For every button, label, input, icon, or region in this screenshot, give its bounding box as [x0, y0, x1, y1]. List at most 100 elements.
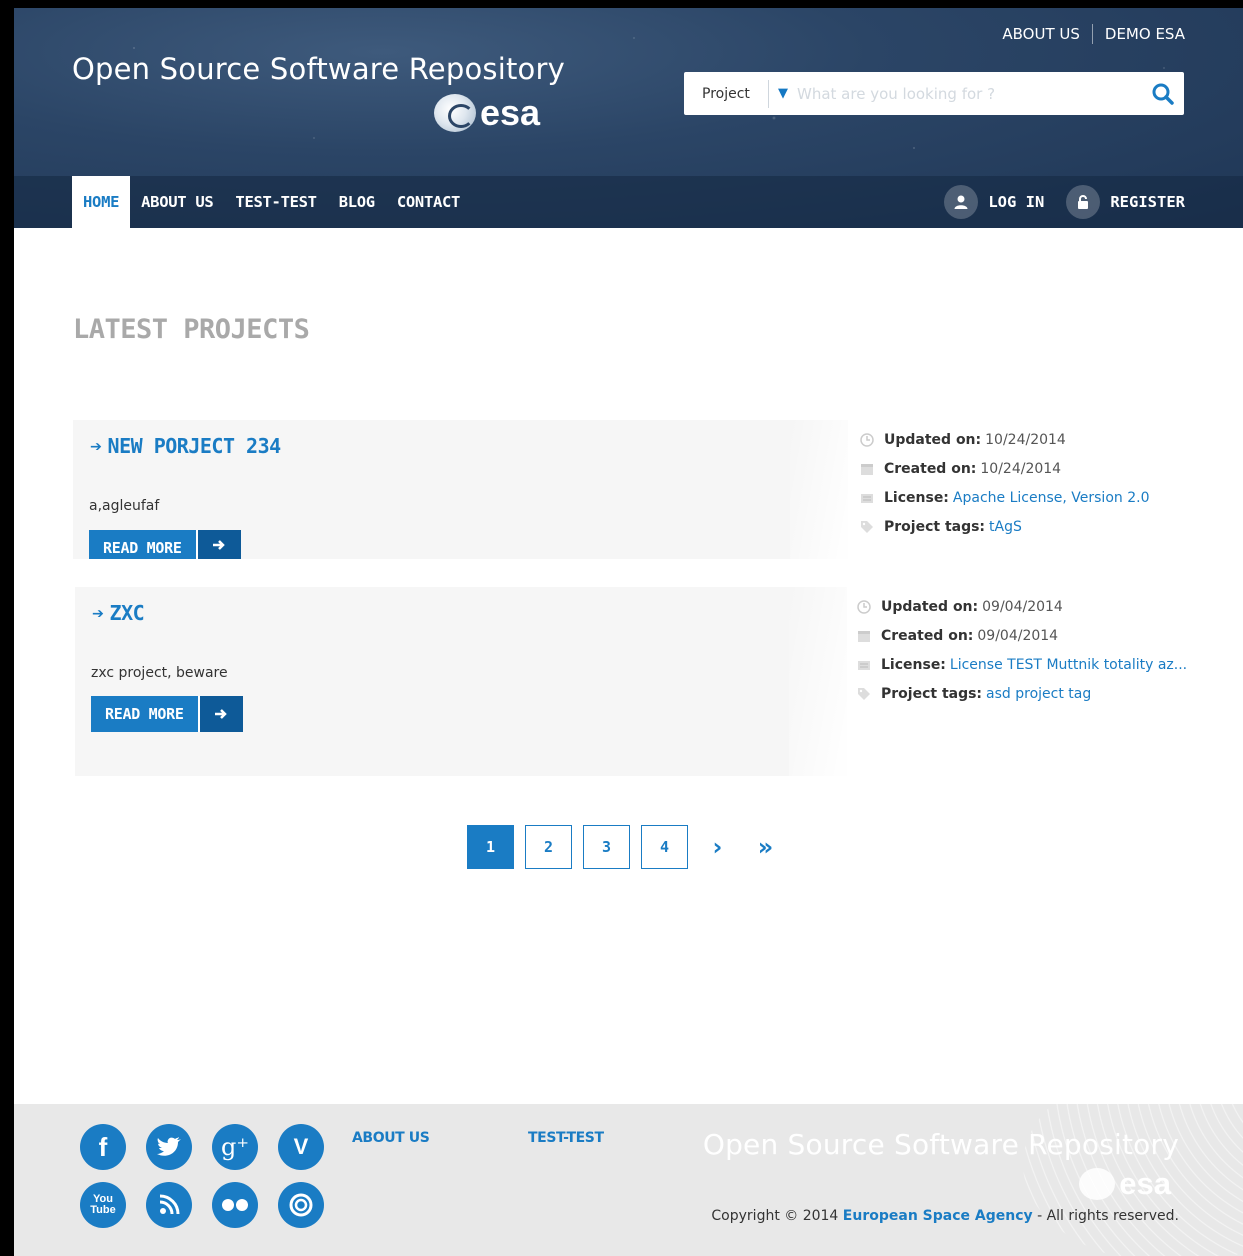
flickr-icon[interactable]: [212, 1182, 258, 1228]
calendar-icon: [860, 462, 884, 476]
footer-link-test-test[interactable]: TEST-TEST: [528, 1130, 604, 1146]
page-button-3[interactable]: 3: [583, 825, 630, 869]
top-link-about-us[interactable]: ABOUT US: [1002, 25, 1080, 43]
meta-license: License: License TEST Muttnik totality a…: [857, 650, 1187, 679]
auth-links: LOG IN REGISTER: [944, 176, 1185, 228]
meta-tags: Project tags: asd project tag: [857, 679, 1187, 708]
clock-icon: [857, 599, 881, 614]
nav-item-test-test[interactable]: TEST-TEST: [224, 176, 327, 228]
section-title: LATEST PROJECTS: [73, 314, 310, 345]
google-plus-icon[interactable]: g⁺: [212, 1124, 258, 1170]
register-button[interactable]: REGISTER: [1066, 185, 1185, 219]
esa-logo-word: esa: [480, 92, 541, 133]
meta-updated-label: Updated on:: [884, 431, 982, 448]
meta-created-label: Created on:: [881, 627, 974, 644]
footer-esa-logo: esa: [1079, 1166, 1171, 1202]
site-header: Open Source Software Repository esa ABOU…: [14, 8, 1243, 228]
esa-logo[interactable]: esa: [434, 92, 540, 134]
chevron-down-icon[interactable]: ▼: [769, 86, 797, 101]
copyright-suffix: - All rights reserved.: [1037, 1208, 1179, 1224]
meta-created-value: 10/24/2014: [980, 460, 1062, 477]
top-links-divider: [1091, 24, 1093, 44]
lock-icon: [1066, 185, 1101, 219]
footer-logo-word: esa: [1119, 1166, 1171, 1201]
page-button-4[interactable]: 4: [641, 825, 688, 869]
project-meta: Updated on: 10/24/2014 Created on: 10/24…: [860, 425, 1149, 541]
nav-item-blog[interactable]: BLOG: [328, 176, 386, 228]
meta-license-label: License:: [881, 656, 946, 673]
site-title[interactable]: Open Source Software Repository: [72, 52, 565, 86]
blog-icon[interactable]: [146, 1182, 192, 1228]
search-icon[interactable]: [1142, 82, 1184, 106]
meta-license-link[interactable]: License TEST Muttnik totality az...: [950, 657, 1187, 673]
arrow-right-icon: [197, 696, 243, 732]
main-nav: HOME ABOUT US TEST-TEST BLOG CONTACT LOG…: [14, 176, 1243, 228]
project-title-link[interactable]: ➔ NEW PORJECT 234: [90, 434, 281, 458]
vine-icon[interactable]: V: [278, 1124, 324, 1170]
copyright-prefix: Copyright © 2014: [711, 1208, 839, 1224]
instagram-icon[interactable]: [278, 1182, 324, 1228]
read-more-label: READ MORE: [91, 696, 198, 732]
copyright-org-link[interactable]: European Space Agency: [843, 1208, 1033, 1224]
search-input[interactable]: [797, 72, 1142, 115]
meta-tags-link[interactable]: asd project tag: [986, 686, 1091, 702]
search-bar: Project ▼: [684, 72, 1184, 115]
project-card: ➔ ZXC zxc project, beware READ MORE: [75, 587, 849, 776]
page-button-2[interactable]: 2: [525, 825, 572, 869]
meta-updated-label: Updated on:: [881, 598, 979, 615]
license-icon: [860, 491, 884, 505]
meta-updated-value: 09/04/2014: [982, 598, 1063, 615]
project-title: ZXC: [109, 601, 145, 625]
social-links: f g⁺ V You Tube: [80, 1124, 324, 1228]
meta-created-label: Created on:: [884, 460, 977, 477]
meta-updated-value: 10/24/2014: [985, 431, 1066, 448]
meta-license: License: Apache License, Version 2.0: [860, 483, 1149, 512]
user-icon: [944, 185, 979, 219]
meta-tags-label: Project tags:: [884, 518, 986, 535]
youtube-icon[interactable]: You Tube: [80, 1182, 126, 1228]
project-card: ➔ NEW PORJECT 234 a,agleufaf READ MORE: [73, 420, 850, 559]
tag-icon: [860, 520, 884, 534]
meta-updated: Updated on: 10/24/2014: [860, 425, 1149, 454]
page-button-1[interactable]: 1: [467, 825, 514, 869]
nav-item-contact[interactable]: CONTACT: [386, 176, 471, 228]
pagination: 1 2 3 4 › »: [467, 825, 784, 869]
meta-created: Created on: 09/04/2014: [857, 621, 1187, 650]
read-more-label: READ MORE: [89, 530, 196, 559]
project-meta: Updated on: 09/04/2014 Created on: 09/04…: [857, 592, 1187, 708]
esa-globe-icon: [1079, 1168, 1116, 1200]
calendar-icon: [857, 629, 881, 643]
footer-site-title: Open Source Software Repository: [702, 1128, 1179, 1161]
login-label: LOG IN: [988, 193, 1045, 211]
search-scope-select[interactable]: Project: [684, 86, 768, 102]
arrow-right-icon: [195, 530, 241, 559]
read-more-button[interactable]: READ MORE: [89, 530, 241, 559]
read-more-button[interactable]: READ MORE: [91, 696, 243, 732]
meta-license-link[interactable]: Apache License, Version 2.0: [953, 490, 1150, 506]
project-title: NEW PORJECT 234: [107, 434, 282, 458]
twitter-icon[interactable]: [146, 1124, 192, 1170]
meta-tags: Project tags: tAgS: [860, 512, 1149, 541]
project-description: zxc project, beware: [91, 665, 228, 681]
last-page-icon[interactable]: »: [747, 825, 784, 869]
tag-icon: [857, 687, 881, 701]
top-links: ABOUT US DEMO ESA: [1002, 24, 1185, 44]
meta-created-value: 09/04/2014: [977, 627, 1059, 644]
footer-link-about-us[interactable]: ABOUT US: [352, 1130, 430, 1146]
login-button[interactable]: LOG IN: [944, 185, 1044, 219]
arrow-right-icon: ➔: [90, 434, 102, 458]
nav-items: HOME ABOUT US TEST-TEST BLOG CONTACT: [72, 176, 471, 228]
next-page-icon[interactable]: ›: [699, 825, 736, 869]
nav-item-home[interactable]: HOME: [72, 176, 131, 228]
project-description: a,agleufaf: [89, 498, 160, 514]
project-title-link[interactable]: ➔ ZXC: [92, 601, 145, 625]
nav-item-about-us[interactable]: ABOUT US: [130, 176, 224, 228]
top-link-demo-esa[interactable]: DEMO ESA: [1105, 25, 1185, 43]
meta-tags-label: Project tags:: [881, 685, 983, 702]
esa-globe-icon: [434, 94, 476, 132]
site-footer: f g⁺ V You Tube ABOUT US TEST-TEST Open S…: [14, 1104, 1243, 1256]
facebook-icon[interactable]: f: [80, 1124, 126, 1170]
meta-tags-link[interactable]: tAgS: [989, 519, 1022, 535]
copyright: Copyright © 2014 European Space Agency -…: [711, 1208, 1179, 1224]
license-icon: [857, 658, 881, 672]
